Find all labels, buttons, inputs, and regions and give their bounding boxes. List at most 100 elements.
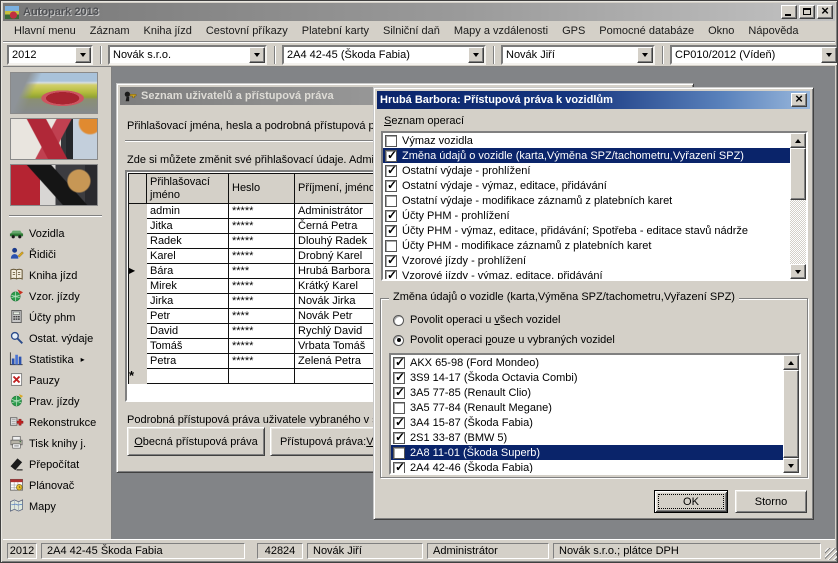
- vehicle-item[interactable]: 2A4 42-46 (Škoda Fabia): [391, 460, 783, 473]
- sidebar-item-kniha-jizd[interactable]: Kniha jízd: [7, 265, 110, 286]
- menu-item-cestovni-prikazy[interactable]: Cestovní příkazy: [199, 23, 295, 39]
- checkbox-checked-icon[interactable]: [393, 462, 405, 474]
- operation-item[interactable]: Ostatní výdaje - výmaz, editace, přidává…: [383, 178, 790, 193]
- checkbox-checked-icon[interactable]: [393, 387, 405, 399]
- maximize-button[interactable]: [799, 5, 815, 19]
- user-password-cell[interactable]: ****: [229, 264, 295, 279]
- user-login-cell[interactable]: Jirka: [147, 294, 229, 309]
- checkbox-checked-icon[interactable]: [385, 255, 397, 267]
- sidebar-item-ostat-vydaje[interactable]: Ostat. výdaje: [7, 328, 110, 349]
- radio-selected-vehicles[interactable]: Povolit operaci pouze u vybraných vozide…: [393, 333, 615, 347]
- scrollbar-thumb[interactable]: [790, 148, 806, 200]
- user-login-cell[interactable]: admin: [147, 204, 229, 219]
- vehicle-item[interactable]: 2A8 11-01 (Škoda Superb): [391, 445, 783, 460]
- sidebar-item-pauzy[interactable]: Pauzy: [7, 370, 110, 391]
- checkbox-checked-icon[interactable]: [393, 432, 405, 444]
- user-password-cell[interactable]: *****: [229, 279, 295, 294]
- sidebar-item-vozidla[interactable]: Vozidla: [7, 223, 110, 244]
- row-selector[interactable]: [129, 279, 147, 294]
- user-password-cell[interactable]: *****: [229, 339, 295, 354]
- checkbox-unchecked-icon[interactable]: [393, 402, 405, 414]
- operation-item[interactable]: Vzorové jízdy - prohlížení: [383, 253, 790, 268]
- row-selector[interactable]: [129, 309, 147, 324]
- cancel-button[interactable]: Storno: [735, 490, 807, 513]
- close-button[interactable]: [817, 5, 833, 19]
- combo-trip[interactable]: CP010/2012 (Vídeň): [670, 45, 838, 65]
- user-login-cell[interactable]: Mirek: [147, 279, 229, 294]
- checkbox-checked-icon[interactable]: [393, 372, 405, 384]
- checkbox-unchecked-icon[interactable]: [393, 447, 405, 459]
- combo-dropdown-button[interactable]: [468, 47, 484, 63]
- menu-item-okno[interactable]: Okno: [701, 23, 741, 39]
- combo-dropdown-button[interactable]: [75, 47, 91, 63]
- scrollbar-thumb[interactable]: [783, 370, 799, 458]
- checkbox-checked-icon[interactable]: [385, 150, 397, 162]
- scroll-down-button[interactable]: [790, 264, 806, 279]
- checkbox-unchecked-icon[interactable]: [385, 240, 397, 252]
- row-selector[interactable]: [129, 204, 147, 219]
- user-password-cell[interactable]: *****: [229, 204, 295, 219]
- checkbox-checked-icon[interactable]: [385, 180, 397, 192]
- vehicle-item[interactable]: 3A5 77-84 (Renault Megane): [391, 400, 783, 415]
- menu-item-gps[interactable]: GPS: [555, 23, 592, 39]
- user-password-cell[interactable]: ****: [229, 309, 295, 324]
- operation-item[interactable]: Výmaz vozidla: [383, 133, 790, 148]
- app-titlebar[interactable]: Autopark 2013: [3, 3, 835, 21]
- scroll-down-button[interactable]: [783, 458, 799, 473]
- sidebar-item-rekonstrukce[interactable]: Rekonstrukce: [7, 412, 110, 433]
- menu-item-platebni-karty[interactable]: Platební karty: [295, 23, 376, 39]
- sidebar-item-mapy[interactable]: Mapy: [7, 496, 110, 517]
- row-selector[interactable]: [129, 324, 147, 339]
- sidebar-item-prepocitat[interactable]: Přepočítat: [7, 454, 110, 475]
- scroll-up-button[interactable]: [783, 355, 799, 370]
- combo-dropdown-button[interactable]: [249, 47, 265, 63]
- dialog-titlebar[interactable]: Hrubá Barbora: Přístupová práva k vozidl…: [377, 91, 810, 109]
- sidebar-item-planovac[interactable]: Plánovač: [7, 475, 110, 496]
- menu-item-kniha-jizd[interactable]: Kniha jízd: [137, 23, 199, 39]
- combo-dropdown-button[interactable]: [821, 47, 837, 63]
- combo-year[interactable]: 2012: [7, 45, 93, 65]
- vehicle-item[interactable]: 3S9 14-17 (Škoda Octavia Combi): [391, 370, 783, 385]
- radio-selected-icon[interactable]: [393, 335, 404, 346]
- user-login-cell[interactable]: David: [147, 324, 229, 339]
- combo-driver[interactable]: Novák Jiří: [501, 45, 655, 65]
- checkbox-checked-icon[interactable]: [385, 225, 397, 237]
- row-selector[interactable]: [129, 234, 147, 249]
- operation-item[interactable]: Změna údajů o vozidle (karta,Výměna SPZ/…: [383, 148, 790, 163]
- user-login-cell[interactable]: Karel: [147, 249, 229, 264]
- ok-button[interactable]: OK: [654, 490, 728, 513]
- vehicle-item[interactable]: 2S1 33-87 (BMW 5): [391, 430, 783, 445]
- menu-item-pomocne-databaze[interactable]: Pomocné databáze: [592, 23, 701, 39]
- row-selector[interactable]: [129, 294, 147, 309]
- checkbox-checked-icon[interactable]: [393, 417, 405, 429]
- sidebar-item-prav-jizdy[interactable]: Prav. jízdy: [7, 391, 110, 412]
- sidebar-item-ridici[interactable]: Řidiči: [7, 244, 110, 265]
- vehicle-item[interactable]: AKX 65-98 (Ford Mondeo): [391, 355, 783, 370]
- row-selector[interactable]: [129, 249, 147, 264]
- menu-item-mapy-a-vzdalenosti[interactable]: Mapy a vzdálenosti: [447, 23, 555, 39]
- dialog-close-button[interactable]: [791, 93, 807, 107]
- checkbox-unchecked-icon[interactable]: [385, 195, 397, 207]
- sidebar-item-tisk-knihy-j[interactable]: Tisk knihy j.: [7, 433, 110, 454]
- sidebar-item-statistika[interactable]: Statistika▸: [7, 349, 110, 370]
- vehicle-item[interactable]: 3A4 15-87 (Škoda Fabia): [391, 415, 783, 430]
- scroll-up-button[interactable]: [790, 133, 806, 148]
- combo-company[interactable]: Novák s.r.o.: [108, 45, 267, 65]
- operation-item[interactable]: Vzorové jízdy - výmaz, editace, přidáván…: [383, 268, 790, 279]
- operation-item[interactable]: Ostatní výdaje - prohlížení: [383, 163, 790, 178]
- checkbox-checked-icon[interactable]: [393, 357, 405, 369]
- user-login-cell[interactable]: Jitka: [147, 219, 229, 234]
- operation-item[interactable]: Účty PHM - výmaz, editace, přidávání; Sp…: [383, 223, 790, 238]
- user-password-cell[interactable]: *****: [229, 234, 295, 249]
- operation-item[interactable]: Účty PHM - modifikace záznamů z platební…: [383, 238, 790, 253]
- user-password-cell[interactable]: *****: [229, 324, 295, 339]
- row-selector[interactable]: ▶: [129, 264, 147, 279]
- operation-item[interactable]: Ostatní výdaje - modifikace záznamů z pl…: [383, 193, 790, 208]
- sidebar-item-vzor-jizdy[interactable]: Vzor. jízdy: [7, 286, 110, 307]
- menu-item-napoveda[interactable]: Nápověda: [741, 23, 805, 39]
- empty-cell[interactable]: [147, 369, 229, 384]
- checkbox-checked-icon[interactable]: [385, 270, 397, 280]
- vehicles-scrollbar[interactable]: [783, 355, 799, 473]
- vehicle-item[interactable]: 3A5 77-85 (Renault Clio): [391, 385, 783, 400]
- combo-dropdown-button[interactable]: [637, 47, 653, 63]
